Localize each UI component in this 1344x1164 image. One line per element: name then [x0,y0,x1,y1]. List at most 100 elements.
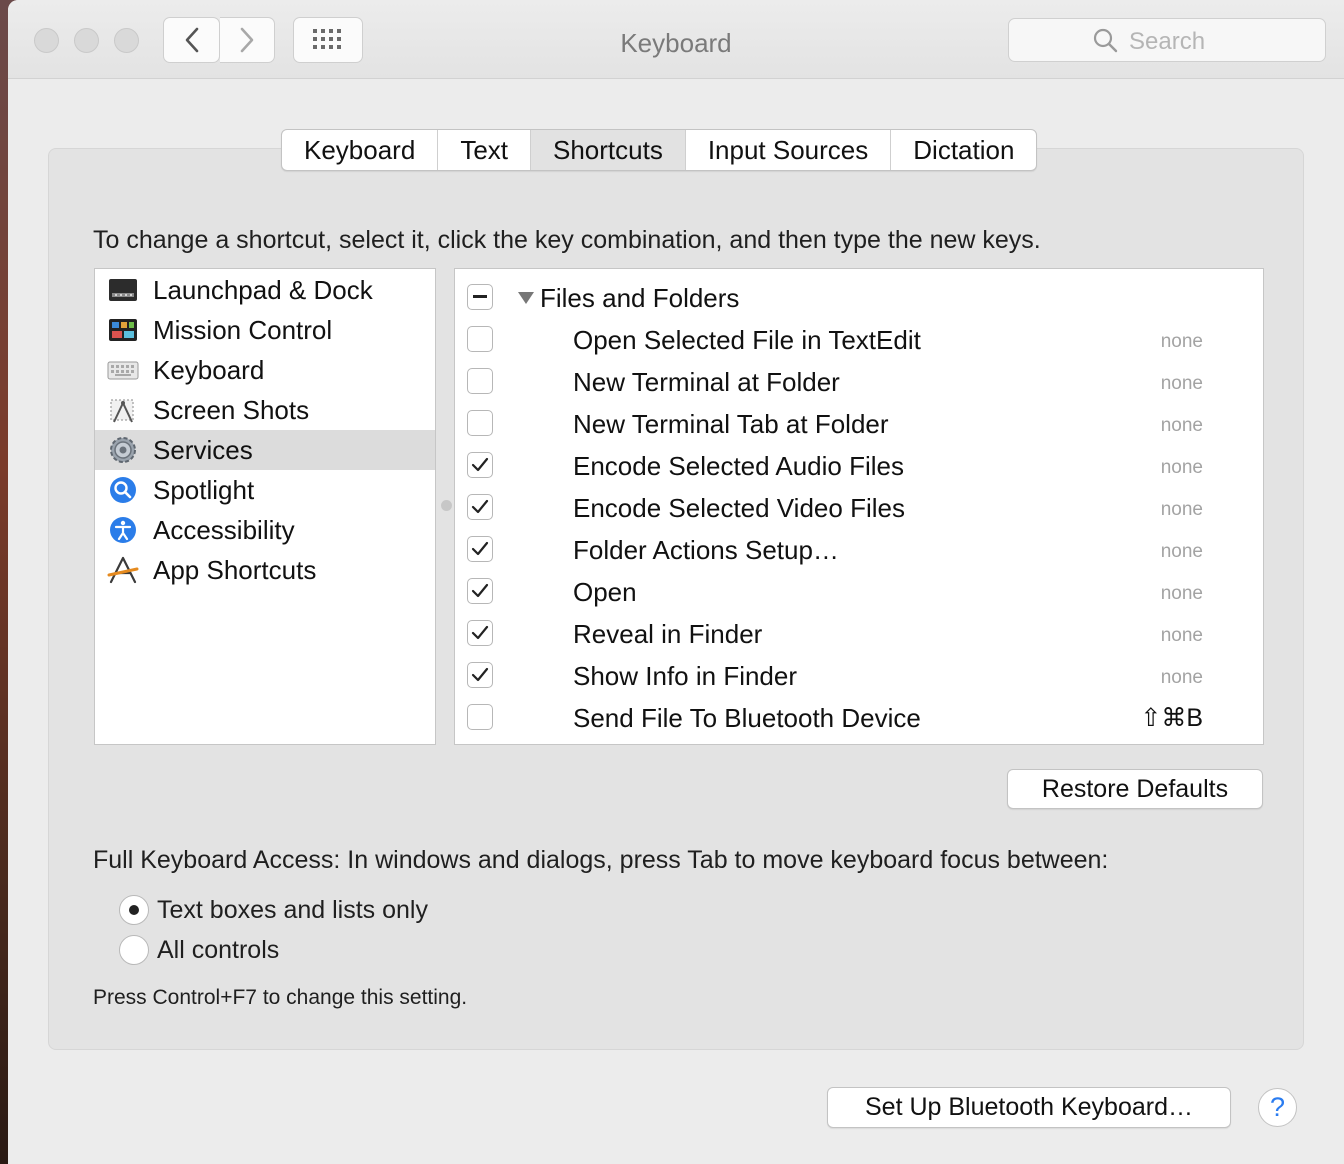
mixed-state-icon [473,295,487,298]
shortcut-label: Send File To Bluetooth Device [573,703,921,733]
tab-input-sources[interactable]: Input Sources [686,130,892,170]
shortcuts-list[interactable]: Files and Folders Open Selected File in … [454,268,1264,745]
screenshot-icon [107,394,139,426]
split-view-handle[interactable] [441,500,452,511]
shortcut-key[interactable]: ⇧⌘B [1140,703,1203,733]
accessibility-icon [107,514,139,546]
shortcut-row[interactable]: Open Selected File in TextEdit none [455,319,1263,361]
full-keyboard-access-label: Full Keyboard Access: In windows and dia… [93,846,1109,874]
keyboard-access-note: Press Control+F7 to change this setting. [93,986,468,1009]
category-accessibility[interactable]: Accessibility [95,510,435,550]
app-shortcuts-icon [107,554,139,586]
shortcut-label: New Terminal Tab at Folder [573,409,889,439]
category-label: Keyboard [153,354,265,385]
shortcut-label: New Terminal at Folder [573,367,840,397]
tab-bar: Keyboard Text Shortcuts Input Sources Di… [281,129,1038,171]
shortcut-key[interactable]: none [1161,373,1203,395]
shortcut-label: Encode Selected Audio Files [573,451,904,481]
search-field[interactable]: Search [1008,18,1326,62]
category-label: Launchpad & Dock [153,274,373,305]
radio-label-text-boxes: Text boxes and lists only [157,896,428,924]
shortcut-key[interactable]: none [1161,583,1203,605]
search-icon [1093,28,1118,53]
mission-control-icon [107,314,139,346]
title-bar: Keyboard Search [8,0,1344,79]
shortcut-row[interactable]: Reveal in Finder none [455,613,1263,655]
shortcut-key[interactable]: none [1161,625,1203,647]
search-placeholder: Search [1129,28,1206,55]
shortcut-checkbox[interactable] [467,536,493,562]
category-label: Mission Control [153,314,333,345]
radio-selected-dot [129,905,139,915]
set-up-bluetooth-keyboard-button[interactable]: Set Up Bluetooth Keyboard… [827,1087,1231,1128]
shortcut-label: Show Info in Finder [573,661,798,691]
checkmark-icon [471,583,489,598]
shortcut-key[interactable]: none [1161,667,1203,689]
keyboard-icon [107,354,139,386]
checkmark-icon [471,457,489,472]
tab-shortcuts[interactable]: Shortcuts [531,130,686,170]
radio-all-controls[interactable] [119,935,149,965]
shortcut-label: Reveal in Finder [573,619,763,649]
shortcut-checkbox[interactable] [467,578,493,604]
tab-text[interactable]: Text [438,130,531,170]
instructions-text: To change a shortcut, select it, click t… [93,226,1041,254]
shortcut-checkbox[interactable] [467,452,493,478]
shortcut-checkbox[interactable] [467,704,493,730]
shortcut-row[interactable]: New Terminal Tab at Folder none [455,403,1263,445]
group-row-files-and-folders[interactable]: Files and Folders [455,277,1263,319]
shortcut-row[interactable]: Show Info in Finder none [455,655,1263,697]
shortcut-key[interactable]: none [1161,331,1203,353]
category-services[interactable]: Services [95,430,435,470]
shortcut-label: Open [573,577,637,607]
shortcut-checkbox[interactable] [467,410,493,436]
radio-text-boxes-and-lists[interactable] [119,895,149,925]
shortcut-row[interactable]: Encode Selected Video Files none [455,487,1263,529]
shortcut-row[interactable]: Folder Actions Setup… none [455,529,1263,571]
restore-defaults-button[interactable]: Restore Defaults [1007,769,1263,809]
checkmark-icon [471,667,489,682]
shortcut-key[interactable]: none [1161,415,1203,437]
group-checkbox[interactable] [467,284,493,310]
shortcut-key[interactable]: none [1161,541,1203,563]
checkmark-icon [471,625,489,640]
shortcut-row[interactable]: Send File To Bluetooth Device ⇧⌘B [455,697,1263,739]
category-label: Spotlight [153,474,255,505]
category-launchpad-dock[interactable]: Launchpad & Dock [95,270,435,310]
tab-dictation[interactable]: Dictation [891,130,1036,170]
shortcut-label: Open Selected File in TextEdit [573,325,921,355]
shortcut-row[interactable]: Open none [455,571,1263,613]
shortcut-label: Encode Selected Video Files [573,493,905,523]
disclosure-triangle-icon[interactable] [517,291,535,305]
shortcut-row[interactable]: New Terminal at Folder none [455,361,1263,403]
category-label: Screen Shots [153,394,310,425]
checkmark-icon [471,499,489,514]
help-button[interactable]: ? [1258,1088,1297,1127]
category-screen-shots[interactable]: Screen Shots [95,390,435,430]
tab-keyboard[interactable]: Keyboard [282,130,439,170]
category-keyboard[interactable]: Keyboard [95,350,435,390]
category-spotlight[interactable]: Spotlight [95,470,435,510]
shortcut-label: Folder Actions Setup… [573,535,839,565]
shortcut-row[interactable]: Encode Selected Audio Files none [455,445,1263,487]
gear-icon [107,434,139,466]
shortcut-checkbox[interactable] [467,620,493,646]
shortcut-checkbox[interactable] [467,368,493,394]
shortcut-checkbox[interactable] [467,326,493,352]
preferences-window: Keyboard Search Keyboard Text Shortcuts … [8,0,1344,1164]
radio-label-all-controls: All controls [157,936,280,964]
launchpad-dock-icon [107,274,139,306]
spotlight-icon [107,474,139,506]
category-label: Accessibility [153,514,295,545]
group-label: Files and Folders [540,283,740,313]
category-label: Services [153,434,253,465]
category-mission-control[interactable]: Mission Control [95,310,435,350]
category-label: App Shortcuts [153,554,317,585]
shortcut-checkbox[interactable] [467,662,493,688]
category-list[interactable]: Launchpad & Dock Mission Control Keyboar… [94,268,436,745]
checkmark-icon [471,541,489,556]
shortcut-key[interactable]: none [1161,499,1203,521]
category-app-shortcuts[interactable]: App Shortcuts [95,550,435,590]
shortcut-checkbox[interactable] [467,494,493,520]
shortcut-key[interactable]: none [1161,457,1203,479]
